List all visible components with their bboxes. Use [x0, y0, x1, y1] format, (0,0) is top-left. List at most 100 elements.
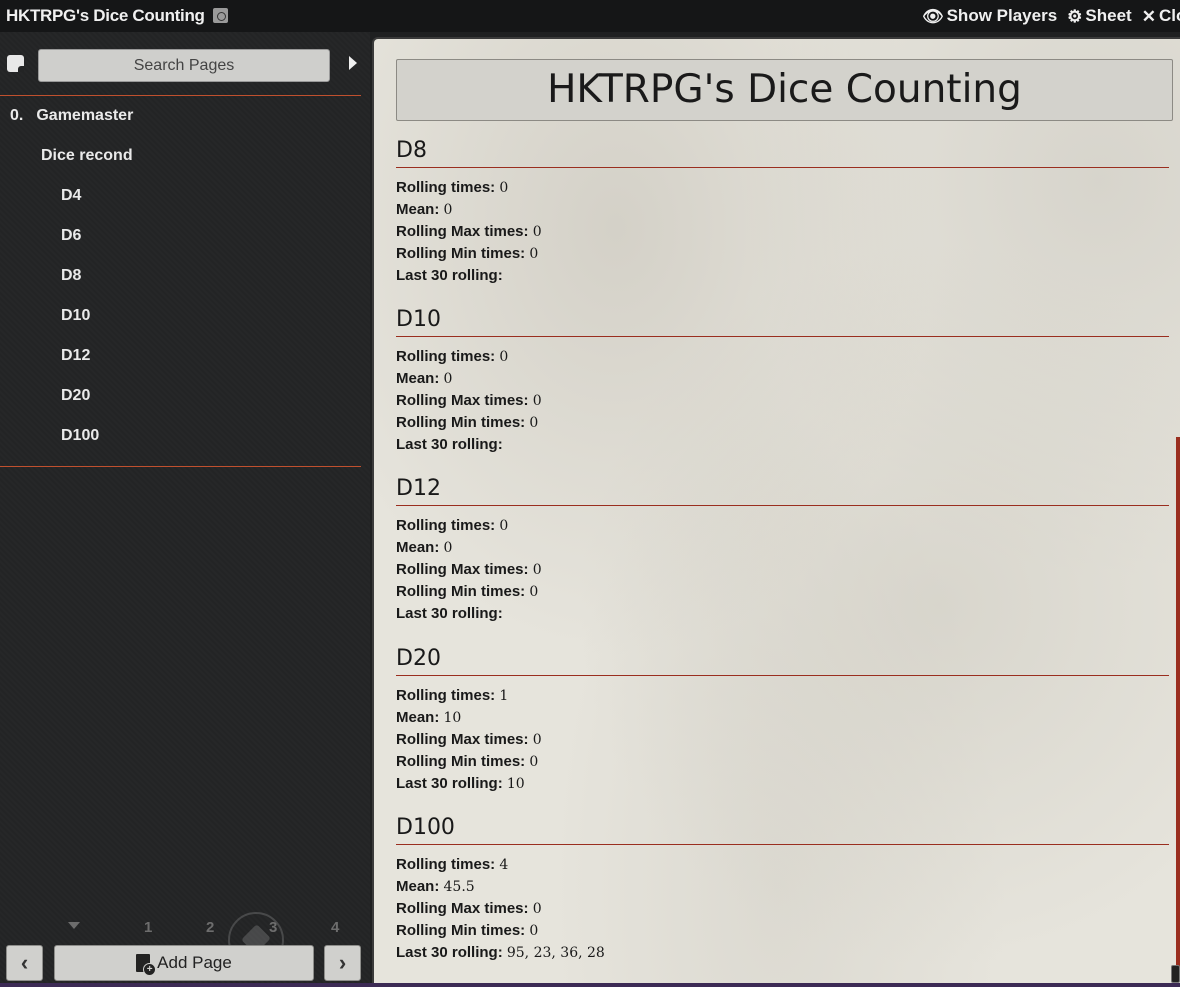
stat-max-times: Rolling Max times: 0	[396, 559, 1169, 581]
show-players-button[interactable]: 👁 Show Players	[922, 6, 1057, 26]
stat-label: Rolling times:	[396, 687, 496, 704]
note-icon[interactable]	[7, 55, 24, 72]
stat-value: 1	[499, 688, 509, 704]
search-input[interactable]: Search Pages	[38, 49, 330, 82]
stat-min-times: Rolling Min times: 0	[396, 920, 1169, 942]
stat-rolling-times: Rolling times: 4	[396, 854, 1169, 876]
stat-label: Last 30 rolling:	[396, 944, 503, 961]
page-link-d6[interactable]: D6	[61, 227, 81, 245]
stat-label: Last 30 rolling:	[396, 267, 503, 284]
dice-section-d100: D100 Rolling times: 4 Mean: 45.5 Rolling…	[396, 815, 1169, 964]
window-title-text: HKTRPG's Dice Counting	[6, 6, 205, 25]
stat-value: 95, 23, 36, 28	[506, 945, 605, 961]
stat-label: Rolling times:	[396, 179, 496, 196]
stat-value: 0	[532, 901, 542, 917]
stat-value: 0	[532, 393, 542, 409]
stat-value: 0	[499, 349, 509, 365]
stat-label: Rolling Max times:	[396, 731, 529, 748]
stat-label: Rolling Min times:	[396, 583, 526, 600]
stat-label: Rolling Min times:	[396, 922, 526, 939]
close-button[interactable]: ✕ Close	[1142, 6, 1180, 26]
file-plus-icon	[136, 954, 157, 976]
page-link-d20[interactable]: D20	[61, 387, 90, 405]
stat-rolling-times: Rolling times: 0	[396, 515, 1169, 537]
tree-item-label: Gamemaster	[36, 107, 134, 124]
page-link-d100[interactable]: D100	[61, 427, 99, 445]
close-icon: ✕	[1141, 6, 1156, 26]
stat-value: 10	[506, 776, 525, 792]
scrollbar[interactable]	[1176, 437, 1180, 967]
page-link-d4[interactable]: D4	[61, 187, 81, 205]
stat-value: 0	[532, 224, 542, 240]
stat-mean: Mean: 0	[396, 537, 1169, 559]
stat-value: 4	[499, 857, 509, 873]
stat-label: Mean:	[396, 370, 440, 387]
stat-mean: Mean: 10	[396, 707, 1169, 729]
stat-rolling-times: Rolling times: 0	[396, 346, 1169, 368]
stat-value: 0	[532, 732, 542, 748]
stat-rolling-times: Rolling times: 1	[396, 685, 1169, 707]
stat-label: Rolling Max times:	[396, 561, 529, 578]
stat-rolling-times: Rolling times: 0	[396, 177, 1169, 199]
caret-down-icon[interactable]	[68, 922, 80, 929]
gear-icon: ⚙	[1067, 6, 1083, 26]
page-link-d10[interactable]: D10	[61, 307, 90, 325]
stat-label: Last 30 rolling:	[396, 605, 503, 622]
stat-value: 0	[499, 518, 509, 534]
stat-label: Rolling Min times:	[396, 245, 526, 262]
page-tab-2[interactable]: 2	[206, 919, 214, 936]
stat-value: 0	[443, 371, 453, 387]
stat-mean: Mean: 0	[396, 368, 1169, 390]
page-title: HKTRPG's Dice Counting	[396, 59, 1173, 121]
window-title: HKTRPG's Dice Counting	[6, 6, 229, 26]
stat-max-times: Rolling Max times: 0	[396, 390, 1169, 412]
stat-max-times: Rolling Max times: 0	[396, 898, 1169, 920]
stat-value: 10	[443, 710, 462, 726]
stat-value: 45.5	[443, 879, 475, 895]
stat-label: Mean:	[396, 201, 440, 218]
journal-icon	[213, 8, 229, 23]
journal-page: HKTRPG's Dice Counting D8 Rolling times:…	[372, 37, 1180, 983]
resize-handle[interactable]	[1171, 965, 1180, 983]
section-heading: D8	[396, 138, 1169, 168]
dice-section-d10: D10 Rolling times: 0 Mean: 0 Rolling Max…	[396, 307, 1169, 456]
page-link-d12[interactable]: D12	[61, 347, 90, 365]
tree-item-gamemaster[interactable]: 0. Gamemaster	[10, 107, 133, 125]
stat-value: 0	[529, 415, 539, 431]
sheet-label: Sheet	[1085, 6, 1132, 25]
sheet-button[interactable]: ⚙ Sheet	[1067, 6, 1132, 26]
chevron-right-icon: ›	[338, 950, 347, 975]
dice-section-d20: D20 Rolling times: 1 Mean: 10 Rolling Ma…	[396, 646, 1169, 795]
bottom-strip	[0, 983, 1180, 987]
stat-mean: Mean: 45.5	[396, 876, 1169, 898]
stat-label: Rolling Max times:	[396, 392, 529, 409]
stat-value: 0	[532, 562, 542, 578]
add-page-button[interactable]: Add Page	[54, 945, 314, 981]
page-link-d8[interactable]: D8	[61, 267, 81, 285]
stat-value: 0	[529, 923, 539, 939]
section-heading: D100	[396, 815, 1169, 845]
stat-value: 0	[529, 584, 539, 600]
stat-min-times: Rolling Min times: 0	[396, 412, 1169, 434]
stat-min-times: Rolling Min times: 0	[396, 243, 1169, 265]
next-page-button[interactable]: ›	[324, 945, 361, 981]
header-controls: 👁 Show Players ⚙ Sheet ✕ Close	[922, 6, 1180, 26]
page-tab-1[interactable]: 1	[144, 919, 152, 936]
stat-last-rolls: Last 30 rolling:	[396, 265, 1169, 287]
stat-label: Last 30 rolling:	[396, 775, 503, 792]
stat-label: Rolling times:	[396, 517, 496, 534]
stat-min-times: Rolling Min times: 0	[396, 751, 1169, 773]
stat-last-rolls: Last 30 rolling:	[396, 434, 1169, 456]
stat-label: Mean:	[396, 878, 440, 895]
previous-page-button[interactable]: ‹	[6, 945, 43, 981]
title-bar: HKTRPG's Dice Counting 👁 Show Players ⚙ …	[0, 0, 1180, 32]
close-label: Close	[1158, 6, 1180, 25]
stat-max-times: Rolling Max times: 0	[396, 221, 1169, 243]
page-tab-4[interactable]: 4	[331, 919, 339, 936]
tree-item-dice-recond[interactable]: Dice recond	[41, 147, 133, 165]
stat-last-rolls: Last 30 rolling: 10	[396, 773, 1169, 795]
stat-max-times: Rolling Max times: 0	[396, 729, 1169, 751]
section-heading: D10	[396, 307, 1169, 337]
stat-mean: Mean: 0	[396, 199, 1169, 221]
collapse-sidebar-icon[interactable]	[349, 56, 357, 70]
